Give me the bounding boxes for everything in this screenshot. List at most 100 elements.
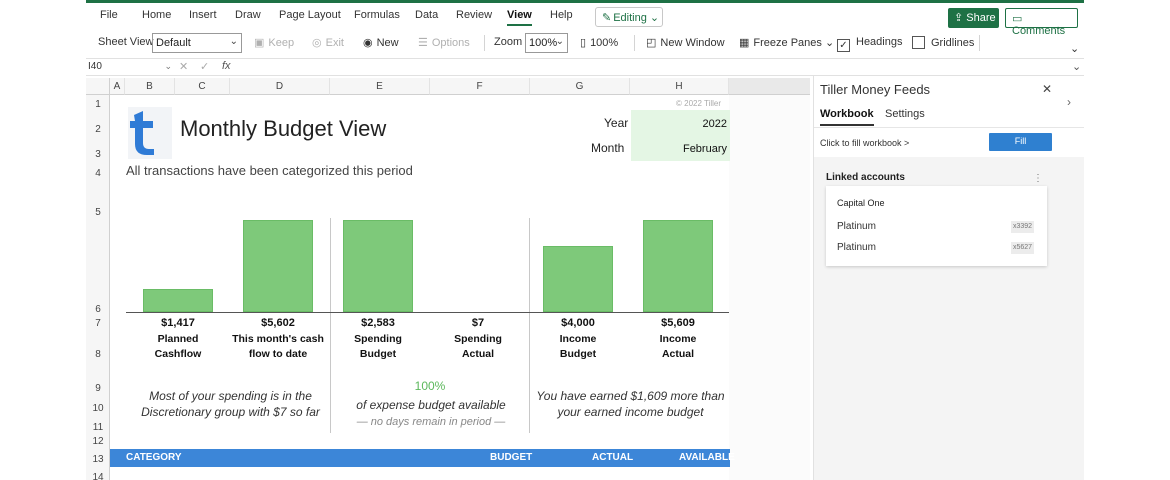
select-all-corner[interactable] xyxy=(86,78,110,95)
menu-page-layout[interactable]: Page Layout xyxy=(279,9,341,21)
editing-mode-button[interactable]: ✎ Editing ⌄ xyxy=(595,7,663,27)
headings-label: Headings xyxy=(856,36,903,48)
account-number-badge: x5627 xyxy=(1011,242,1034,254)
gridlines-checkbox[interactable]: Gridlines xyxy=(912,36,974,49)
bar-value-label: $1,417 xyxy=(161,317,195,329)
year-value[interactable]: 2022 xyxy=(631,118,727,130)
formula-expand-icon[interactable]: ⌄ xyxy=(1072,60,1081,73)
row-header[interactable]: 11 xyxy=(86,422,110,433)
checkbox-checked-icon: ✓ xyxy=(837,39,850,52)
name-box[interactable]: I40 ⌄ xyxy=(88,61,172,74)
tab-settings[interactable]: Settings xyxy=(885,108,925,120)
keep-button[interactable]: ▣ Keep xyxy=(254,36,294,49)
column-header-g[interactable]: G xyxy=(530,78,630,95)
row-header[interactable]: 5 xyxy=(86,207,110,218)
chevron-right-icon[interactable]: › xyxy=(1067,95,1071,109)
row-header[interactable]: 8 xyxy=(86,349,110,360)
excel-window: File Home Insert Draw Page Layout Formul… xyxy=(86,0,1084,480)
chart-baseline xyxy=(126,312,729,313)
toolbar-divider xyxy=(634,35,635,51)
sheet-subtitle: All transactions have been categorized t… xyxy=(126,163,413,178)
row-header[interactable]: 12 xyxy=(86,436,110,447)
close-icon[interactable]: ✕ xyxy=(1042,82,1052,96)
account-number-badge: x3392 xyxy=(1011,221,1034,233)
new-view-icon: ◉ xyxy=(363,37,373,49)
exit-label: Exit xyxy=(325,37,344,49)
menu-help[interactable]: Help xyxy=(550,9,573,21)
column-header-a[interactable]: A xyxy=(110,78,125,95)
function-icon[interactable]: fx xyxy=(222,60,231,72)
confirm-icon[interactable]: ✓ xyxy=(200,60,209,73)
column-header-d[interactable]: D xyxy=(230,78,330,95)
income-summary: You have earned $1,609 more than your ea… xyxy=(536,389,725,419)
gridlines-label: Gridlines xyxy=(931,37,975,49)
ribbon-expand-icon[interactable]: ⌄ xyxy=(1070,42,1079,55)
comments-button[interactable]: ▭ Comments xyxy=(1005,8,1078,37)
zoom-select[interactable]: 100% ⌄ xyxy=(525,33,568,53)
bar-value-label: $7 xyxy=(471,317,485,329)
fill-button[interactable]: Fill xyxy=(989,133,1052,151)
freeze-panes-button[interactable]: ▦ Freeze Panes ⌄ xyxy=(739,36,834,49)
menu-draw[interactable]: Draw xyxy=(235,9,261,21)
column-header-h[interactable]: H xyxy=(630,78,729,95)
zoom-100-button[interactable]: ▯ 100% xyxy=(580,36,618,49)
menu-file[interactable]: File xyxy=(100,9,118,21)
row-header[interactable]: 13 xyxy=(86,454,110,465)
sheet-view-select[interactable]: Default ⌄ xyxy=(152,33,242,53)
menu-review[interactable]: Review xyxy=(456,9,492,21)
account-name: Platinum xyxy=(837,221,876,232)
column-header-f[interactable]: F xyxy=(430,78,530,95)
column-header-overflow xyxy=(729,78,810,95)
bar-category-label: Income Actual xyxy=(659,333,697,360)
tab-workbook[interactable]: Workbook xyxy=(820,108,874,126)
row-header[interactable]: 2 xyxy=(86,124,110,135)
menu-formulas[interactable]: Formulas xyxy=(354,9,400,21)
more-options-icon[interactable]: ⋮ xyxy=(1033,173,1043,184)
freeze-panes-label: Freeze Panes xyxy=(753,37,822,49)
menu-data[interactable]: Data xyxy=(415,9,438,21)
row-header[interactable]: 6 xyxy=(86,304,110,315)
new-window-label: New Window xyxy=(660,37,725,49)
share-label: Share xyxy=(966,12,996,24)
column-header-b[interactable]: B xyxy=(125,78,175,95)
new-view-button[interactable]: ◉ New xyxy=(363,36,399,49)
share-button[interactable]: ⇪ Share xyxy=(948,8,999,28)
save-icon: ▣ xyxy=(254,37,265,49)
spending-summary: Most of your spending is in the Discreti… xyxy=(141,389,320,419)
row-header[interactable]: 3 xyxy=(86,149,110,160)
row-header[interactable]: 14 xyxy=(86,472,110,480)
menu-view[interactable]: View xyxy=(507,9,532,26)
spreadsheet-grid[interactable]: A B C D E F G H 1 2 3 4 5 6 7 8 9 10 11 … xyxy=(86,78,810,480)
month-value[interactable]: February xyxy=(631,143,727,155)
column-header-c[interactable]: C xyxy=(175,78,230,95)
zoom-label: Zoom xyxy=(494,36,523,48)
cancel-icon[interactable]: ✕ xyxy=(179,60,188,73)
zoom-value: 100% xyxy=(529,37,558,49)
sheet-title: Monthly Budget View xyxy=(180,116,387,141)
bar-value-label: $5,609 xyxy=(661,317,695,329)
new-window-icon: ◰ xyxy=(646,37,657,49)
name-box-value: I40 xyxy=(88,61,102,72)
editing-label: Editing xyxy=(613,12,647,24)
copyright-text: © 2022 Tiller xyxy=(676,99,722,108)
row-header[interactable]: 7 xyxy=(86,318,110,329)
exit-button[interactable]: ◎ Exit xyxy=(312,36,344,49)
row-header[interactable]: 9 xyxy=(86,383,110,394)
chart-bar xyxy=(643,220,713,312)
options-label: Options xyxy=(431,37,470,49)
grid-gutter xyxy=(729,95,810,480)
headings-checkbox[interactable]: ✓ Headings xyxy=(837,36,902,52)
column-header-e[interactable]: E xyxy=(330,78,430,95)
new-window-button[interactable]: ◰ New Window xyxy=(646,36,725,49)
formula-bar: I40 ⌄ ✕ ✓ fx ⌄ xyxy=(86,58,1084,76)
row-header[interactable]: 4 xyxy=(86,168,110,179)
fill-hint-text: Click to fill workbook > xyxy=(820,138,910,148)
days-remaining-text: — no days remain in period — xyxy=(356,416,506,428)
menu-home[interactable]: Home xyxy=(142,9,171,21)
toolbar-divider xyxy=(979,35,980,51)
row-header[interactable]: 10 xyxy=(86,403,110,414)
options-button[interactable]: ☰ Options xyxy=(418,36,470,49)
eye-icon: ◎ xyxy=(312,37,322,49)
row-header[interactable]: 1 xyxy=(86,99,110,110)
menu-insert[interactable]: Insert xyxy=(189,9,217,21)
